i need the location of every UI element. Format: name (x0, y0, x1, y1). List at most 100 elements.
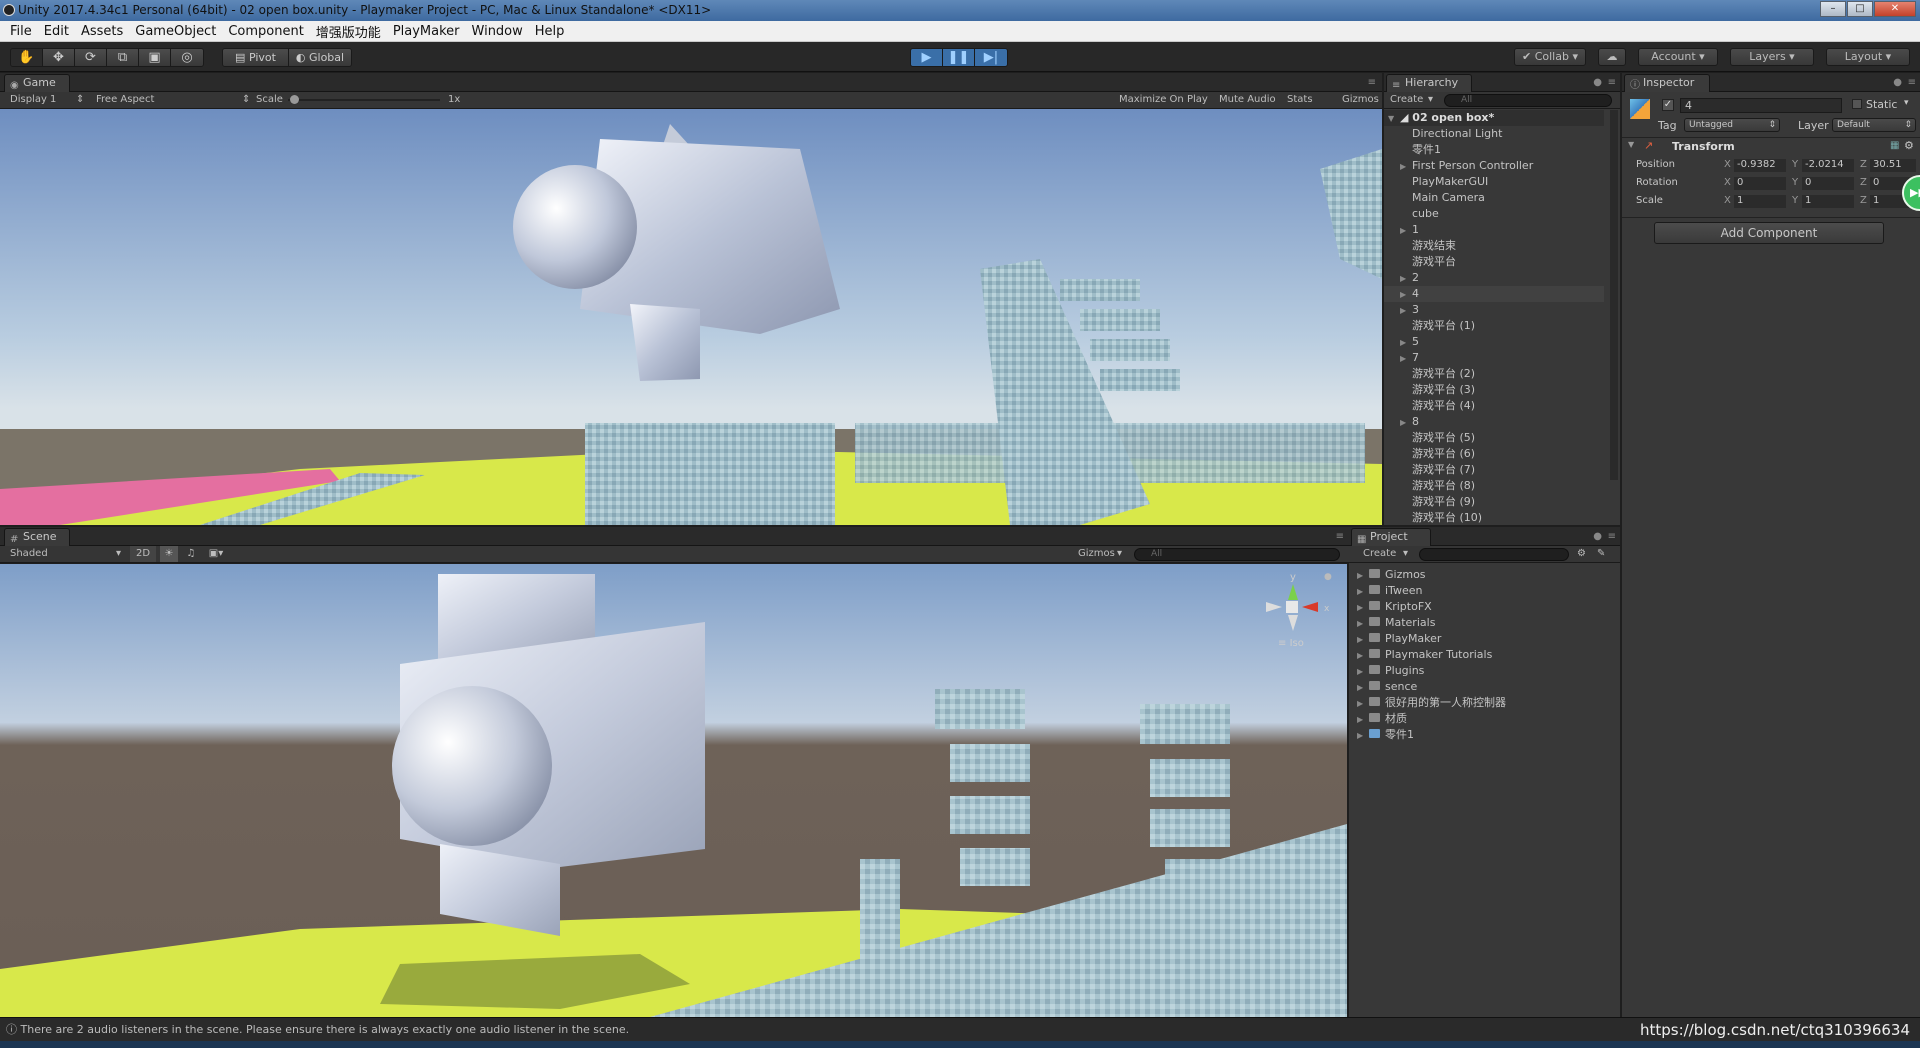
hierarchy-item[interactable]: Directional Light (1384, 126, 1604, 142)
hierarchy-item[interactable]: Main Camera (1384, 190, 1604, 206)
hierarchy-item[interactable]: 游戏平台 (1) (1384, 318, 1604, 334)
expand-arrow-icon[interactable]: ▶ (1357, 632, 1369, 648)
expand-arrow-icon[interactable]: ▶ (1400, 159, 1412, 175)
play-button[interactable]: ▶ (911, 49, 943, 66)
game-view[interactable] (0, 109, 1382, 525)
inspector-menu-icon[interactable]: ≡ (1908, 77, 1916, 88)
shading-dropdown[interactable]: Shaded (10, 546, 48, 562)
menu-component[interactable]: Component (222, 24, 309, 39)
project-search-input[interactable] (1419, 548, 1569, 561)
tab-game[interactable]: ◉ Game (4, 74, 70, 92)
project-folder-item[interactable]: ▶ Playmaker Tutorials (1357, 647, 1612, 663)
mute-audio-toggle[interactable]: Mute Audio (1219, 92, 1276, 108)
expand-arrow-icon[interactable]: ▶ (1357, 568, 1369, 584)
expand-arrow-icon[interactable]: ▶ (1357, 616, 1369, 632)
gizmo-y-axis-icon[interactable] (1288, 584, 1298, 600)
project-lock-icon[interactable]: ● (1593, 531, 1602, 542)
cloud-button[interactable]: ☁ (1598, 48, 1626, 66)
hierarchy-item[interactable]: ▶ 2 (1384, 270, 1604, 286)
hierarchy-item[interactable]: ▶ 7 (1384, 350, 1604, 366)
hierarchy-item[interactable]: 游戏平台 (8) (1384, 478, 1604, 494)
project-folder-item[interactable]: ▶ PlayMaker (1357, 631, 1612, 647)
maximize-button[interactable]: □ (1847, 1, 1873, 17)
status-message[interactable]: There are 2 audio listeners in the scene… (21, 1023, 630, 1036)
audio-icon[interactable]: ♫ (182, 546, 200, 562)
pivot-button[interactable]: ▤ Pivot (223, 49, 289, 66)
expand-arrow-icon[interactable]: ▶ (1357, 664, 1369, 680)
step-button[interactable]: ▶| (975, 49, 1007, 66)
project-folder-item[interactable]: ▶ KriptoFX (1357, 599, 1612, 615)
inspector-lock-icon[interactable]: ● (1893, 77, 1902, 88)
rect-tool-icon[interactable]: ▣ (139, 49, 171, 66)
gizmo-neg-y-icon[interactable] (1288, 615, 1298, 631)
project-create-dropdown[interactable]: Create (1363, 546, 1396, 562)
expand-arrow-icon[interactable]: ▶ (1400, 303, 1412, 319)
expand-arrow-icon[interactable]: ▶ (1400, 351, 1412, 367)
panel-menu-icon[interactable]: ≡ (1368, 77, 1376, 88)
hierarchy-item[interactable]: 游戏平台 (5) (1384, 430, 1604, 446)
menu-gameobject[interactable]: GameObject (129, 24, 222, 39)
menu-help[interactable]: Help (529, 24, 571, 39)
scale-slider-thumb[interactable] (290, 95, 299, 104)
tab-project[interactable]: ▦ Project (1351, 528, 1431, 546)
project-folder-item[interactable]: ▶ 零件1 (1357, 727, 1612, 743)
hierarchy-create-dropdown[interactable]: Create (1390, 92, 1423, 108)
hierarchy-item[interactable]: 游戏平台 (7) (1384, 462, 1604, 478)
minimize-button[interactable]: – (1820, 1, 1846, 17)
expand-arrow-icon[interactable]: ▶ (1400, 223, 1412, 239)
scene-view[interactable]: y x ≡ Iso ● (0, 564, 1347, 1017)
hierarchy-item[interactable]: ▶ 4 (1384, 286, 1604, 302)
hierarchy-item[interactable]: ▶ 8 (1384, 414, 1604, 430)
global-button[interactable]: ◐ Global (289, 49, 351, 66)
hierarchy-search-input[interactable]: All (1444, 94, 1612, 107)
rotation-x-field[interactable]: 0 (1734, 177, 1786, 190)
static-caret-icon[interactable]: ▾ (1904, 98, 1909, 108)
expand-arrow-icon[interactable]: ▶ (1400, 335, 1412, 351)
hierarchy-item[interactable]: ▶ 3 (1384, 302, 1604, 318)
scene-search-input[interactable]: All (1134, 548, 1340, 561)
rotate-tool-icon[interactable]: ⟳ (75, 49, 107, 66)
hierarchy-item[interactable]: 游戏平台 (6) (1384, 446, 1604, 462)
scale-y-field[interactable]: 1 (1802, 195, 1854, 208)
menu-file[interactable]: File (4, 24, 38, 39)
hierarchy-scrollbar[interactable] (1610, 110, 1618, 480)
expand-arrow-icon[interactable]: ▶ (1400, 415, 1412, 431)
project-menu-icon[interactable]: ≡ (1608, 531, 1616, 542)
hierarchy-scene-row[interactable]: ▼ ◢ 02 open box* (1384, 110, 1604, 126)
project-folder-item[interactable]: ▶ iTween (1357, 583, 1612, 599)
add-component-button[interactable]: Add Component (1654, 222, 1884, 244)
close-button[interactable]: ✕ (1874, 1, 1916, 17)
hierarchy-item[interactable]: 游戏平台 (4) (1384, 398, 1604, 414)
gizmo-x-axis-icon[interactable] (1302, 602, 1318, 612)
menu-assets[interactable]: Assets (75, 24, 129, 39)
hierarchy-item[interactable]: cube (1384, 206, 1604, 222)
hierarchy-item[interactable]: PlayMakerGUI (1384, 174, 1604, 190)
menu-playmaker[interactable]: PlayMaker (387, 24, 466, 39)
expand-arrow-icon[interactable]: ▶ (1357, 728, 1369, 744)
project-folder-item[interactable]: ▶ Materials (1357, 615, 1612, 631)
project-folder-item[interactable]: ▶ 材质 (1357, 711, 1612, 727)
hierarchy-item[interactable]: 游戏平台 (2) (1384, 366, 1604, 382)
object-name-field[interactable]: 4 (1680, 98, 1842, 113)
gizmo-center-icon[interactable] (1286, 601, 1298, 613)
account-dropdown[interactable]: Account ▾ (1638, 48, 1718, 66)
tab-hierarchy[interactable]: ≡ Hierarchy (1386, 74, 1472, 92)
hierarchy-item[interactable]: 游戏平台 (3) (1384, 382, 1604, 398)
stats-toggle[interactable]: Stats (1287, 92, 1313, 108)
rotation-y-field[interactable]: 0 (1802, 177, 1854, 190)
hierarchy-item[interactable]: 零件1 (1384, 142, 1604, 158)
lighting-icon[interactable]: ☀ (160, 546, 178, 562)
move-tool-icon[interactable]: ✥ (43, 49, 75, 66)
static-checkbox[interactable] (1852, 99, 1862, 109)
gizmo-lock-icon[interactable]: ● (1324, 572, 1332, 582)
toggle-2d[interactable]: 2D (130, 546, 156, 562)
transform-fold-icon[interactable]: ▼ (1628, 140, 1634, 149)
layout-dropdown[interactable]: Layout ▾ (1826, 48, 1910, 66)
expand-arrow-icon[interactable]: ▶ (1400, 271, 1412, 287)
tab-inspector[interactable]: ⓘ Inspector (1624, 74, 1710, 92)
hierarchy-item[interactable]: 游戏平台 (1384, 254, 1604, 270)
project-folder-item[interactable]: ▶ Plugins (1357, 663, 1612, 679)
hand-tool-icon[interactable]: ✋ (11, 49, 43, 66)
pause-button[interactable]: ❚❚ (943, 49, 975, 66)
hierarchy-item[interactable]: 游戏平台 (10) (1384, 510, 1604, 526)
